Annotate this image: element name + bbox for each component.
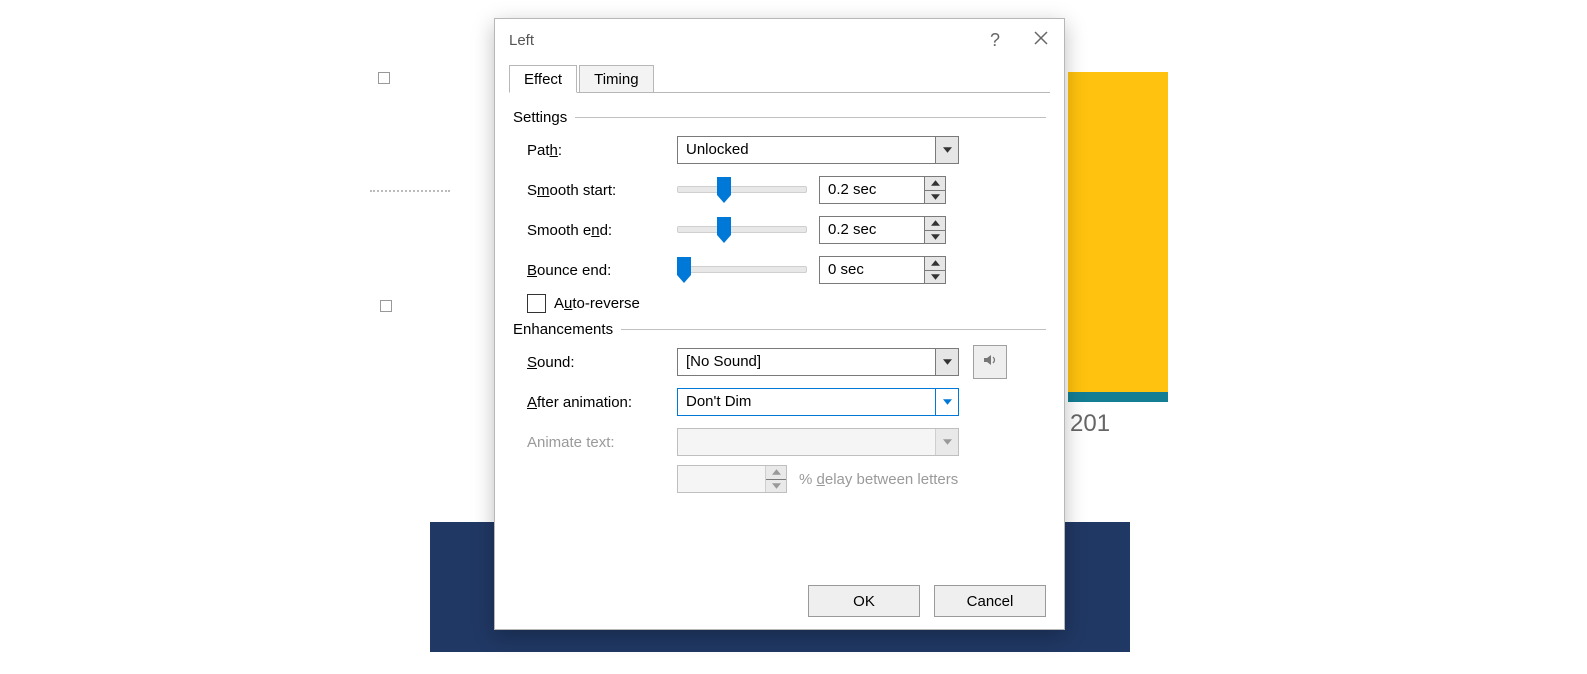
left-animation-dialog: Left ? Effect Timing Settings Path: Unlo…	[494, 18, 1065, 630]
help-icon: ?	[990, 30, 1000, 51]
speaker-icon	[982, 352, 998, 372]
row-path: Path: Unlocked	[513, 130, 1046, 170]
row-animate-text: Animate text:	[513, 422, 1046, 462]
bounce-end-spinner[interactable]: 0 sec	[819, 256, 946, 284]
spinner-down-icon[interactable]	[925, 230, 945, 244]
path-value: Unlocked	[678, 137, 935, 163]
row-sound: Sound: [No Sound]	[513, 342, 1046, 382]
smooth-start-slider[interactable]	[677, 176, 807, 204]
after-animation-label: After animation:	[527, 394, 677, 411]
bg-selection-handle	[378, 72, 390, 84]
smooth-end-spinner[interactable]: 0.2 sec	[819, 216, 946, 244]
row-after-animation: After animation: Don't Dim	[513, 382, 1046, 422]
chevron-down-icon	[935, 349, 958, 375]
sound-label: Sound:	[527, 354, 677, 371]
sound-value: [No Sound]	[678, 349, 935, 375]
dialog-title: Left	[509, 32, 972, 49]
tab-effect[interactable]: Effect	[509, 65, 577, 93]
spinner-down-icon	[766, 479, 786, 493]
bg-teal-strip	[1068, 392, 1168, 402]
group-enhancements: Enhancements	[513, 321, 1046, 338]
animate-text-combobox	[677, 428, 959, 456]
ok-button[interactable]: OK	[808, 585, 920, 617]
spinner-down-icon[interactable]	[925, 190, 945, 204]
smooth-end-value: 0.2 sec	[820, 217, 924, 243]
smooth-start-spinner[interactable]: 0.2 sec	[819, 176, 946, 204]
after-animation-combobox[interactable]: Don't Dim	[677, 388, 959, 416]
row-bounce-end: Bounce end: 0 sec	[513, 250, 1046, 290]
animate-text-label: Animate text:	[527, 434, 677, 451]
bounce-end-value: 0 sec	[820, 257, 924, 283]
row-smooth-start: Smooth start: 0.2 sec	[513, 170, 1046, 210]
slider-track	[677, 186, 807, 193]
slider-track	[677, 226, 807, 233]
spinner-up-icon	[766, 466, 786, 479]
delay-value	[678, 466, 765, 492]
tab-timing[interactable]: Timing	[579, 65, 653, 93]
row-delay-between-letters: % delay between letters	[513, 462, 1046, 496]
chevron-down-icon	[935, 137, 958, 163]
help-button[interactable]: ?	[972, 19, 1018, 61]
group-rule	[575, 117, 1046, 118]
spinner-down-icon[interactable]	[925, 270, 945, 284]
smooth-end-label: Smooth end:	[527, 222, 677, 239]
bounce-end-label: Bounce end:	[527, 262, 677, 279]
bg-guide-dashed	[370, 190, 450, 192]
tab-strip: Effect Timing	[495, 61, 1064, 93]
delay-label: % delay between letters	[799, 471, 958, 488]
bg-selection-handle	[380, 300, 392, 312]
spinner-up-icon[interactable]	[925, 217, 945, 230]
group-enhancements-label: Enhancements	[513, 321, 613, 338]
row-smooth-end: Smooth end: 0.2 sec	[513, 210, 1046, 250]
chevron-down-icon	[935, 389, 958, 415]
slider-track	[677, 266, 807, 273]
after-animation-value: Don't Dim	[678, 389, 935, 415]
cancel-button[interactable]: Cancel	[934, 585, 1046, 617]
path-combobox[interactable]: Unlocked	[677, 136, 959, 164]
titlebar[interactable]: Left ?	[495, 19, 1064, 61]
path-label: Path:	[527, 142, 677, 159]
close-button[interactable]	[1018, 19, 1064, 61]
spinner-up-icon[interactable]	[925, 257, 945, 270]
close-icon	[1034, 31, 1048, 49]
smooth-end-slider[interactable]	[677, 216, 807, 244]
slider-thumb[interactable]	[677, 257, 691, 283]
group-settings: Settings	[513, 109, 1046, 126]
smooth-start-label: Smooth start:	[527, 182, 677, 199]
bounce-end-slider[interactable]	[677, 256, 807, 284]
auto-reverse-label: Auto-reverse	[554, 295, 640, 312]
sound-combobox[interactable]: [No Sound]	[677, 348, 959, 376]
delay-spinner	[677, 465, 787, 493]
auto-reverse-checkbox[interactable]: Auto-reverse	[513, 294, 1046, 313]
spinner-up-icon[interactable]	[925, 177, 945, 190]
group-rule	[621, 329, 1046, 330]
slider-thumb[interactable]	[717, 217, 731, 243]
animate-text-value	[678, 429, 935, 455]
bg-year-text: 201	[1070, 410, 1110, 438]
slider-thumb[interactable]	[717, 177, 731, 203]
chevron-down-icon	[935, 429, 958, 455]
dialog-footer: OK Cancel	[495, 573, 1064, 629]
smooth-start-value: 0.2 sec	[820, 177, 924, 203]
sound-preview-button[interactable]	[973, 345, 1007, 379]
group-settings-label: Settings	[513, 109, 567, 126]
bg-yellow-block	[1068, 72, 1168, 392]
checkbox-box	[527, 294, 546, 313]
